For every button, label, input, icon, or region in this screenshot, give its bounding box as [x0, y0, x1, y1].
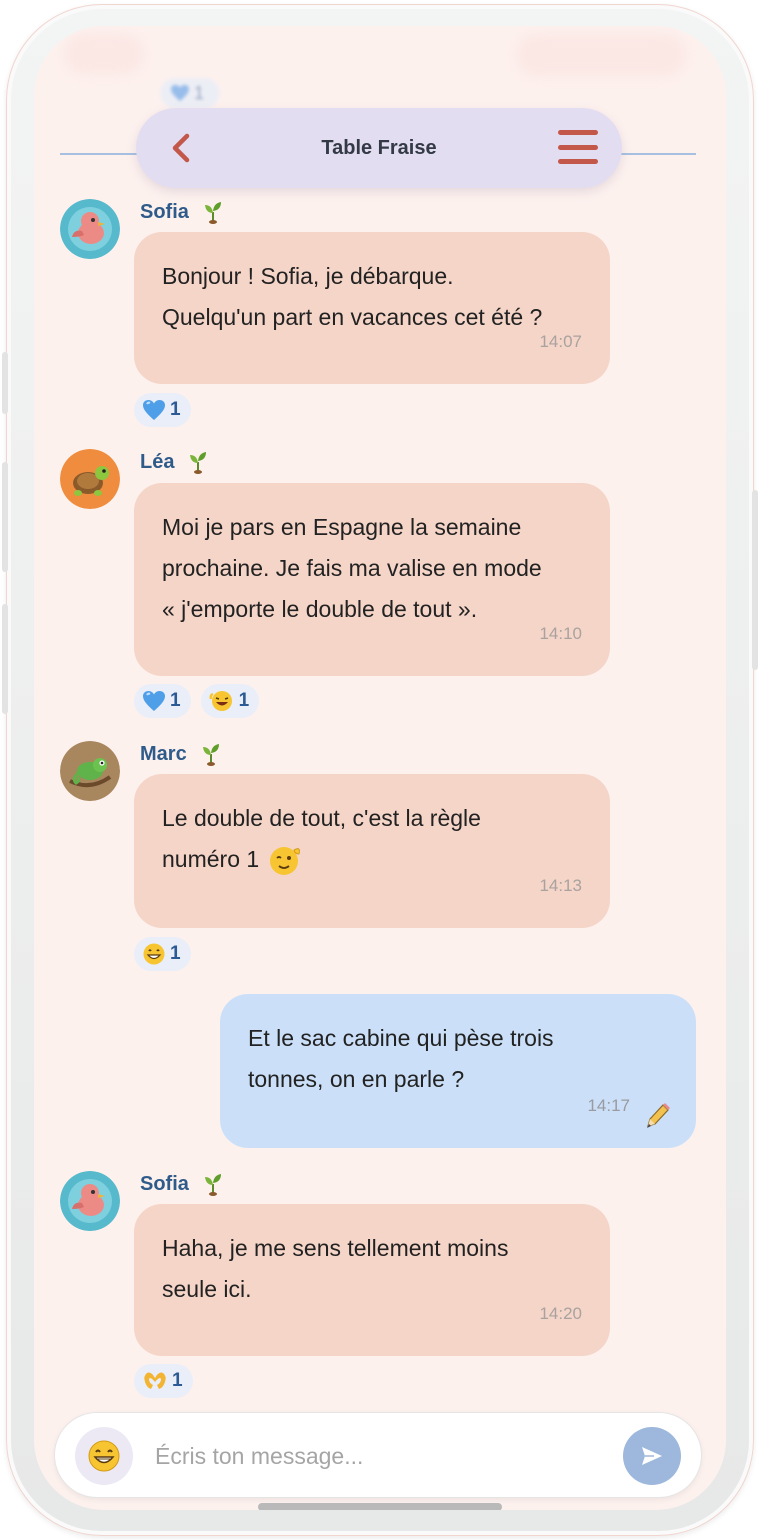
status-bar-left: [64, 34, 144, 74]
message-text-line: seule ici.: [162, 1276, 252, 1302]
reaction-count: 1: [170, 943, 181, 964]
reactions: 1 1: [134, 684, 260, 718]
send-icon: [642, 1447, 662, 1465]
sprout-icon: [204, 202, 221, 224]
bird-avatar-icon: [60, 199, 120, 259]
reaction-chip[interactable]: 1: [134, 937, 191, 971]
chameleon-avatar-icon: [60, 741, 120, 801]
avatar[interactable]: [60, 741, 120, 801]
grinning-emoji-icon: [88, 1440, 120, 1472]
reaction-chip[interactable]: 1: [134, 1364, 193, 1398]
sender-name: Léa: [140, 450, 208, 474]
scrolled-reaction-chip: 1: [160, 78, 220, 108]
side-button: [2, 604, 8, 714]
message-text-line: Et le sac cabine qui pèse trois: [248, 1025, 554, 1051]
heart-hands-emoji-icon: [144, 1372, 166, 1389]
chat-header: Table Fraise: [136, 108, 622, 188]
reaction-chip[interactable]: 1: [200, 684, 260, 718]
home-indicator[interactable]: [258, 1503, 502, 1510]
status-bar-right: [516, 34, 686, 76]
message-time: 14:13: [539, 876, 582, 895]
sender-name: Sofia: [140, 200, 223, 224]
bird-avatar-icon: [60, 1171, 120, 1231]
message-text-line: prochaine. Je fais ma valise en mode: [162, 555, 542, 581]
blue-heart-emoji-icon: [143, 691, 165, 711]
blue-heart-emoji-icon: [143, 400, 165, 420]
emoji-picker-button[interactable]: [75, 1427, 133, 1485]
avatar[interactable]: [60, 1171, 120, 1231]
avatar[interactable]: [60, 199, 120, 259]
chat-title: Table Fraise: [321, 137, 437, 159]
reaction-chip[interactable]: 1: [134, 393, 191, 427]
message-bubble-outgoing[interactable]: Et le sac cabine qui pèse trois tonnes, …: [220, 994, 696, 1148]
laughing-emoji-icon: [209, 691, 232, 711]
message-time: 14:17: [587, 1096, 630, 1115]
message-time: 14:20: [539, 1304, 582, 1323]
chat-screen: 1 Table Fraise Sofia Bonjour ! Sofia, je…: [34, 26, 726, 1510]
message-text-line: Le double de tout, c'est la règle: [162, 805, 481, 831]
winking-emoji-icon: [270, 846, 301, 875]
sprout-icon: [190, 452, 207, 474]
sprout-icon: [204, 1174, 221, 1196]
reaction-chip[interactable]: 1: [134, 684, 191, 718]
avatar[interactable]: [60, 449, 120, 509]
reactions: 1: [134, 1364, 193, 1398]
message-text-line: Moi je pars en Espagne la semaine: [162, 514, 522, 540]
reaction-count: 1: [170, 399, 181, 420]
message-bubble[interactable]: Moi je pars en Espagne la semaine procha…: [134, 483, 610, 676]
message-text-line: Haha, je me sens tellement moins: [162, 1235, 509, 1261]
message-text-line: « j'emporte le double de tout ».: [162, 596, 478, 622]
send-button[interactable]: [623, 1427, 681, 1485]
blue-heart-icon: [171, 84, 189, 102]
side-button: [2, 462, 8, 572]
reaction-count: 1: [194, 82, 205, 103]
message-bubble[interactable]: Bonjour ! Sofia, je débarque. Quelqu'un …: [134, 232, 610, 384]
pencil-edit-icon[interactable]: [644, 1102, 670, 1130]
sender-name: Sofia: [140, 1172, 223, 1196]
side-button: [752, 490, 758, 670]
message-time: 14:07: [539, 332, 582, 351]
message-bubble[interactable]: Le double de tout, c'est la règle numéro…: [134, 774, 610, 928]
reaction-count: 1: [238, 690, 250, 711]
message-bubble[interactable]: Haha, je me sens tellement moins seule i…: [134, 1204, 610, 1356]
reaction-count: 1: [170, 690, 181, 711]
reaction-count: 1: [172, 1370, 183, 1391]
message-text-line: Quelqu'un part en vacances cet été ?: [162, 304, 543, 330]
message-composer: [54, 1412, 702, 1499]
message-text-line: Bonjour ! Sofia, je débarque.: [162, 263, 454, 289]
reactions: 1: [134, 393, 191, 427]
sprout-icon: [202, 744, 219, 766]
reactions: 1: [134, 937, 191, 971]
message-text-line: numéro 1: [162, 839, 582, 880]
sender-name: Marc: [140, 742, 221, 766]
message-input[interactable]: [155, 1413, 595, 1499]
menu-button[interactable]: [558, 130, 598, 164]
grinning-emoji-icon: [143, 943, 165, 965]
message-time: 14:10: [539, 624, 582, 643]
turtle-avatar-icon: [60, 449, 120, 509]
side-button: [2, 352, 8, 414]
hamburger-menu-icon: [558, 130, 598, 135]
